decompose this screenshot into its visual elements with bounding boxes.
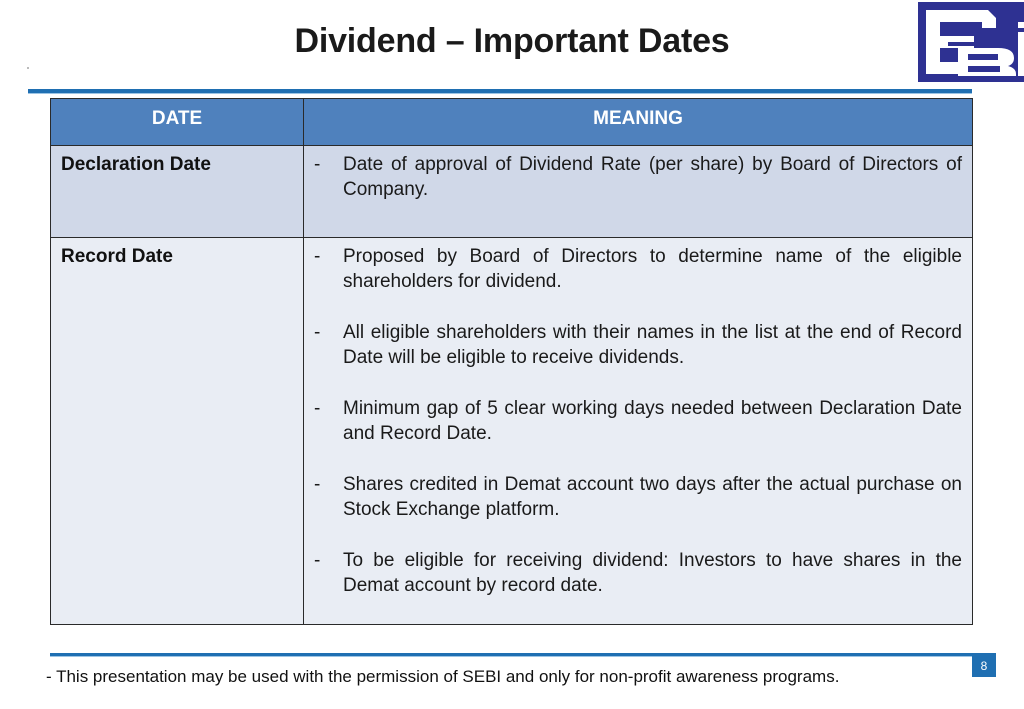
meaning-text: Minimum gap of 5 clear working days need… xyxy=(343,398,962,444)
meaning-item: - Proposed by Board of Directors to dete… xyxy=(314,244,962,294)
column-header-meaning: MEANING xyxy=(303,98,973,146)
page-number-badge: 8 xyxy=(972,653,996,677)
header-divider-highlight xyxy=(28,93,972,94)
footer-disclaimer: - This presentation may be used with the… xyxy=(46,667,840,686)
table-row: Declaration Date - Date of approval of D… xyxy=(50,145,973,238)
bullet-marker: - xyxy=(314,246,321,267)
meaning-item: - To be eligible for receiving dividend:… xyxy=(314,548,962,598)
date-term: Declaration Date xyxy=(50,145,304,238)
meaning-item: - Date of approval of Dividend Rate (per… xyxy=(314,152,962,202)
meaning-cell: - Proposed by Board of Directors to dete… xyxy=(303,237,973,625)
meaning-text: Proposed by Board of Directors to determ… xyxy=(343,246,962,292)
column-header-date: DATE xyxy=(50,98,304,146)
bullet-marker: - xyxy=(314,474,321,495)
meaning-text: To be eligible for receiving dividend: I… xyxy=(343,550,962,596)
sebi-logo-icon xyxy=(918,2,1024,82)
stray-mark xyxy=(27,67,29,69)
date-term: Record Date xyxy=(50,237,304,625)
bullet-marker: - xyxy=(314,154,321,175)
dividend-dates-table: DATE MEANING Declaration Date - Date of … xyxy=(50,98,973,625)
meaning-item: - Shares credited in Demat account two d… xyxy=(314,472,962,522)
footer-divider-highlight xyxy=(50,656,996,657)
meaning-item: - All eligible shareholders with their n… xyxy=(314,320,962,370)
meaning-item: - Minimum gap of 5 clear working days ne… xyxy=(314,396,962,446)
bullet-marker: - xyxy=(314,398,321,419)
meaning-text: Shares credited in Demat account two day… xyxy=(343,474,962,520)
bullet-marker: - xyxy=(314,322,321,343)
bullet-marker: - xyxy=(314,550,321,571)
table-row: Record Date - Proposed by Board of Direc… xyxy=(50,237,973,625)
meaning-text: Date of approval of Dividend Rate (per s… xyxy=(343,154,962,200)
meaning-cell: - Date of approval of Dividend Rate (per… xyxy=(303,145,973,238)
slide-title: Dividend – Important Dates xyxy=(294,22,730,60)
meaning-text: All eligible shareholders with their nam… xyxy=(343,322,962,368)
